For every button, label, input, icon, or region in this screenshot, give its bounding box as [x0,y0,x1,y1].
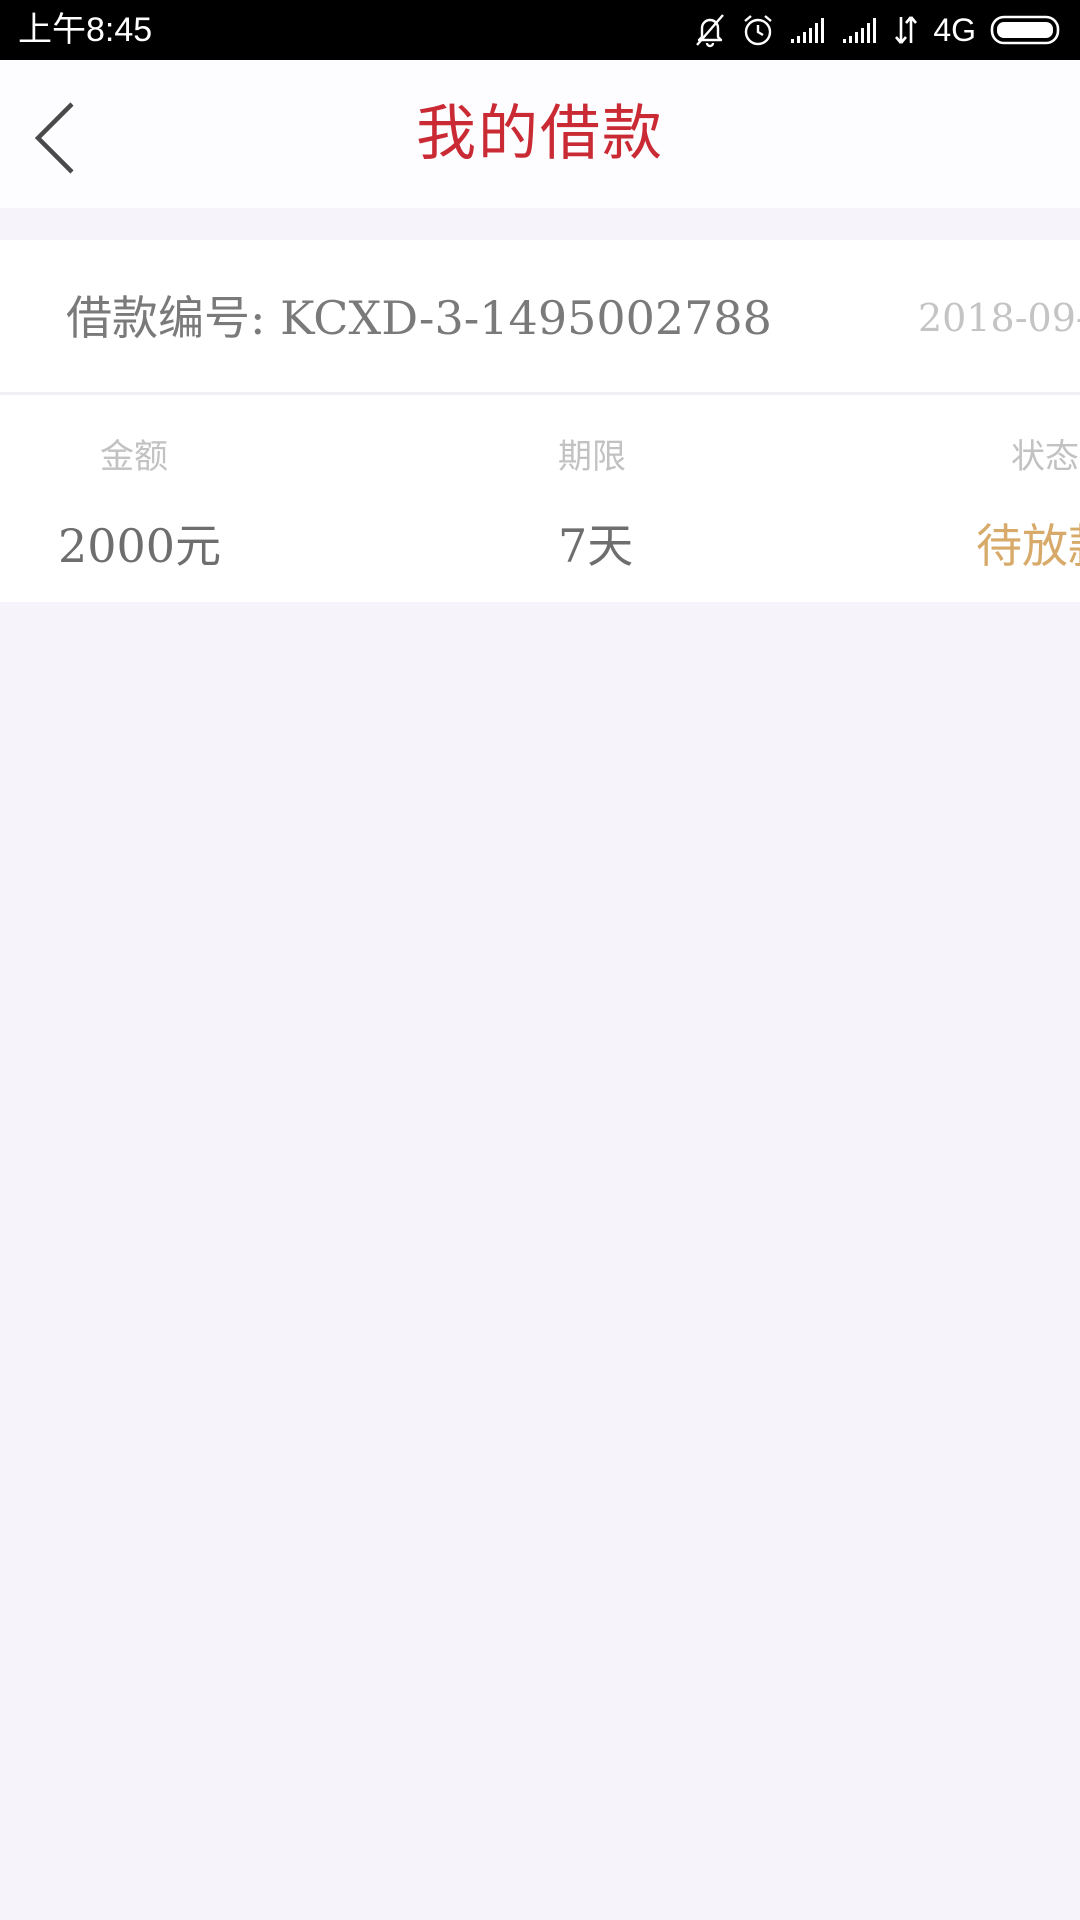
back-button[interactable] [22,98,92,174]
network-type: 4G [933,12,976,48]
amount-value: 2000元 [58,519,222,573]
bell-off-icon [696,14,725,48]
alarm-icon [744,15,773,46]
loan-card[interactable]: 借款编号: KCXD-3-1495002788 2018-09- 金额 2000… [0,240,1080,602]
loan-card-header: 借款编号: KCXD-3-1495002788 2018-09- [0,240,1080,395]
data-arrows-icon [895,16,918,44]
page-title: 我的借款 [416,99,664,169]
status-value: 待放款 [976,519,1080,573]
loan-number: 借款编号: KCXD-3-1495002788 [66,291,772,345]
signal-icon [843,18,877,43]
status-icons: 4G [693,8,1064,52]
loan-date: 2018-09- [918,296,1080,340]
status-label: 状态 [1011,437,1079,477]
battery-icon [990,15,1060,45]
term-value: 7天 [558,519,634,573]
status-bar: 上午8:45 4G [0,0,1080,60]
chevron-left-icon [34,102,74,174]
term-label: 期限 [558,437,626,477]
amount-label: 金额 [100,437,168,477]
status-time: 上午8:45 [18,11,153,49]
top-nav-bar: 我的借款 [0,60,1080,208]
signal-icon [791,18,825,43]
